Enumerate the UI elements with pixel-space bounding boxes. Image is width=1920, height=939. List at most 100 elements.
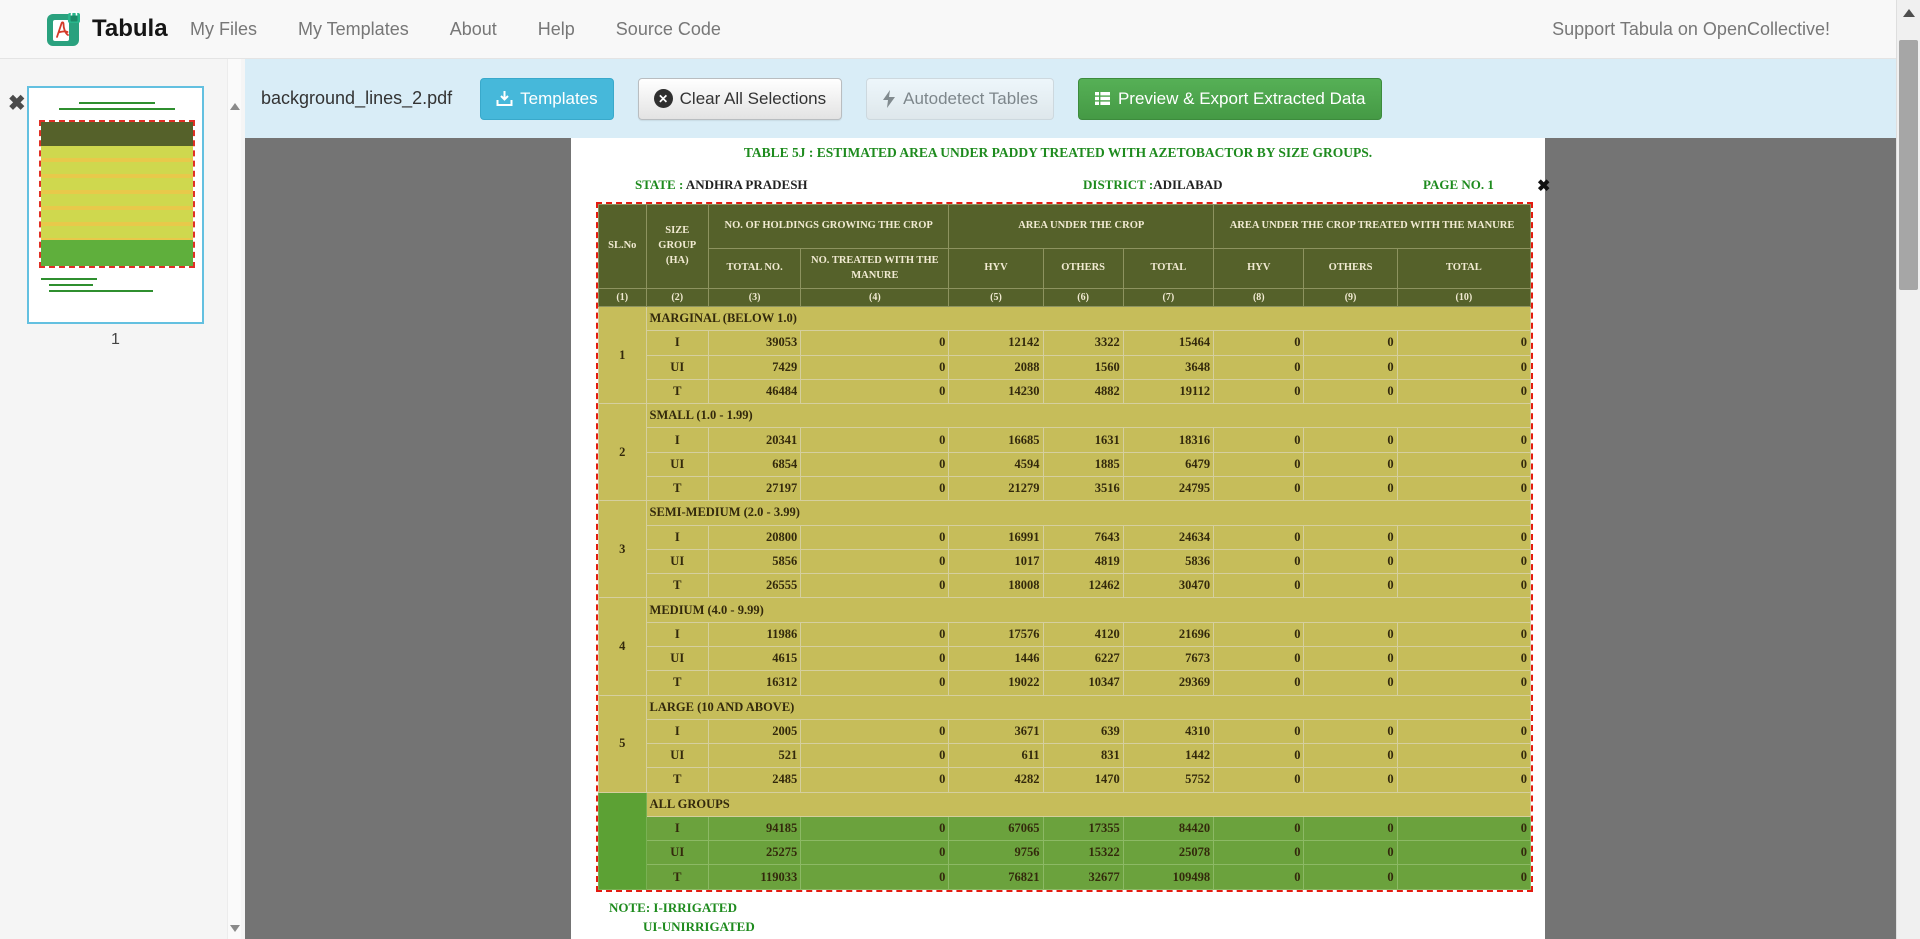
irrigation-type-cell: T <box>646 574 708 598</box>
table-cell: 0 <box>1214 476 1304 500</box>
nav-item-my-templates[interactable]: My Templates <box>298 19 409 40</box>
irrigation-type-cell: T <box>646 671 708 695</box>
table-row: UI52106118311442000 <box>599 744 1531 768</box>
table-cell: 25078 <box>1123 841 1213 865</box>
scroll-up-icon[interactable] <box>1903 9 1915 17</box>
table-cell: 2088 <box>949 355 1043 379</box>
thumb-title-line <box>79 102 155 104</box>
table-selection-box[interactable]: SL.NoSIZE GROUP (HA)NO. OF HOLDINGS GROW… <box>596 202 1533 892</box>
table-cell: 639 <box>1043 719 1123 743</box>
table-cell: 3671 <box>949 719 1043 743</box>
table-cell: 0 <box>1214 646 1304 670</box>
table-cell: 7643 <box>1043 525 1123 549</box>
nav-item-my-files[interactable]: My Files <box>190 19 257 40</box>
note-irrigated: NOTE: I-IRRIGATED <box>609 900 737 916</box>
table-cell: 0 <box>1397 744 1530 768</box>
table-cell: 0 <box>1397 379 1530 403</box>
templates-button[interactable]: Templates <box>480 78 613 120</box>
nav-item-help[interactable]: Help <box>538 19 575 40</box>
table-cell: 0 <box>1304 865 1397 890</box>
table-cell: 25275 <box>708 841 800 865</box>
table-cell: 0 <box>801 525 949 549</box>
remove-page-icon[interactable]: ✖ <box>8 93 26 114</box>
selection-close-icon[interactable]: ✖ <box>1537 179 1550 195</box>
table-cell: 4615 <box>708 646 800 670</box>
table-cell: 3648 <box>1123 355 1213 379</box>
table-cell: 29369 <box>1123 671 1213 695</box>
table-cell: 9756 <box>949 841 1043 865</box>
table-row: UI68540459418856479000 <box>599 452 1531 476</box>
autodetect-tables-button[interactable]: Autodetect Tables <box>866 78 1054 120</box>
table-cell: 0 <box>1397 476 1530 500</box>
table-cell: 39053 <box>708 331 800 355</box>
table-subheader-row: TOTAL NO.NO. TREATED WITH THE MANUREHYVO… <box>599 249 1531 289</box>
section-row: 1MARGINAL (BELOW 1.0) <box>599 307 1531 331</box>
table-cell: 46484 <box>708 379 800 403</box>
nav-item-about[interactable]: About <box>450 19 497 40</box>
table-cell: 0 <box>801 841 949 865</box>
pdf-page[interactable]: TABLE 5J : ESTIMATED AREA UNDER PADDY TR… <box>571 138 1545 939</box>
table-cell: 0 <box>1214 452 1304 476</box>
table-cell: 1446 <box>949 646 1043 670</box>
header-cell: HYV <box>949 249 1043 289</box>
table-cell: 19112 <box>1123 379 1213 403</box>
slno-cell: 1 <box>599 307 647 404</box>
tabula-app: Tabula My Files My Templates About Help … <box>0 0 1920 939</box>
table-cell: 0 <box>1304 768 1397 792</box>
table-cell: 0 <box>1304 816 1397 840</box>
section-row: 4MEDIUM (4.0 - 9.99) <box>599 598 1531 622</box>
header-cell: (5) <box>949 289 1043 307</box>
table-cell: 0 <box>801 574 949 598</box>
table-cell: 0 <box>1214 816 1304 840</box>
support-link[interactable]: Support Tabula on OpenCollective! <box>1552 0 1830 59</box>
scrollbar-thumb[interactable] <box>1899 40 1918 290</box>
table-row: T265550180081246230470000 <box>599 574 1531 598</box>
header-cell: SIZE GROUP (HA) <box>646 205 708 289</box>
table-cell: 84420 <box>1123 816 1213 840</box>
table-cell: 0 <box>1214 525 1304 549</box>
irrigation-type-cell: UI <box>646 452 708 476</box>
table-cell: 0 <box>1214 671 1304 695</box>
header-cell: TOTAL <box>1397 249 1530 289</box>
irrigation-type-cell: I <box>646 622 708 646</box>
preview-export-button[interactable]: Preview & Export Extracted Data <box>1078 78 1382 120</box>
table-cell: 0 <box>1214 841 1304 865</box>
table-cell: 26555 <box>708 574 800 598</box>
clear-all-selections-button[interactable]: ✕ Clear All Selections <box>638 78 842 120</box>
table-cell: 119033 <box>708 865 800 890</box>
table-cell: 0 <box>1214 355 1304 379</box>
sidebar-scroll-up-icon[interactable] <box>230 103 240 110</box>
header-cell: (9) <box>1304 289 1397 307</box>
table-row: T11903307682132677109498000 <box>599 865 1531 890</box>
table-cell: 0 <box>1214 428 1304 452</box>
table-row: I20800016991764324634000 <box>599 525 1531 549</box>
table-cell: 30470 <box>1123 574 1213 598</box>
sidebar-scroll-down-icon[interactable] <box>230 925 240 932</box>
header-cell: AREA UNDER THE CROP TREATED WITH THE MAN… <box>1214 205 1531 249</box>
window-scrollbar[interactable] <box>1896 0 1920 939</box>
header-cell: (1) <box>599 289 647 307</box>
table-cell: 15464 <box>1123 331 1213 355</box>
header-cell: (2) <box>646 289 708 307</box>
autodetect-tables-label: Autodetect Tables <box>903 89 1038 109</box>
table-cell: 611 <box>949 744 1043 768</box>
page-thumbnail[interactable] <box>27 86 204 324</box>
table-row: T46484014230488219112000 <box>599 379 1531 403</box>
sidebar-scrollbar[interactable] <box>227 59 241 939</box>
table-cell: 0 <box>1214 865 1304 890</box>
table-cell: 5836 <box>1123 549 1213 573</box>
thumb-table-header <box>41 122 193 146</box>
pdf-viewer: TABLE 5J : ESTIMATED AREA UNDER PADDY TR… <box>245 138 1896 939</box>
brand[interactable]: Tabula <box>46 11 168 47</box>
table-cell: 94185 <box>708 816 800 840</box>
table-cell: 10347 <box>1043 671 1123 695</box>
brand-name[interactable]: Tabula <box>92 15 168 43</box>
table-cell: 0 <box>1397 841 1530 865</box>
table-cell: 1017 <box>949 549 1043 573</box>
nav-item-source-code[interactable]: Source Code <box>616 19 721 40</box>
table-cell: 0 <box>1304 355 1397 379</box>
table-cell: 18316 <box>1123 428 1213 452</box>
thumb-table-footer <box>41 240 193 266</box>
irrigation-type-cell: UI <box>646 355 708 379</box>
table-cell: 0 <box>1304 671 1397 695</box>
